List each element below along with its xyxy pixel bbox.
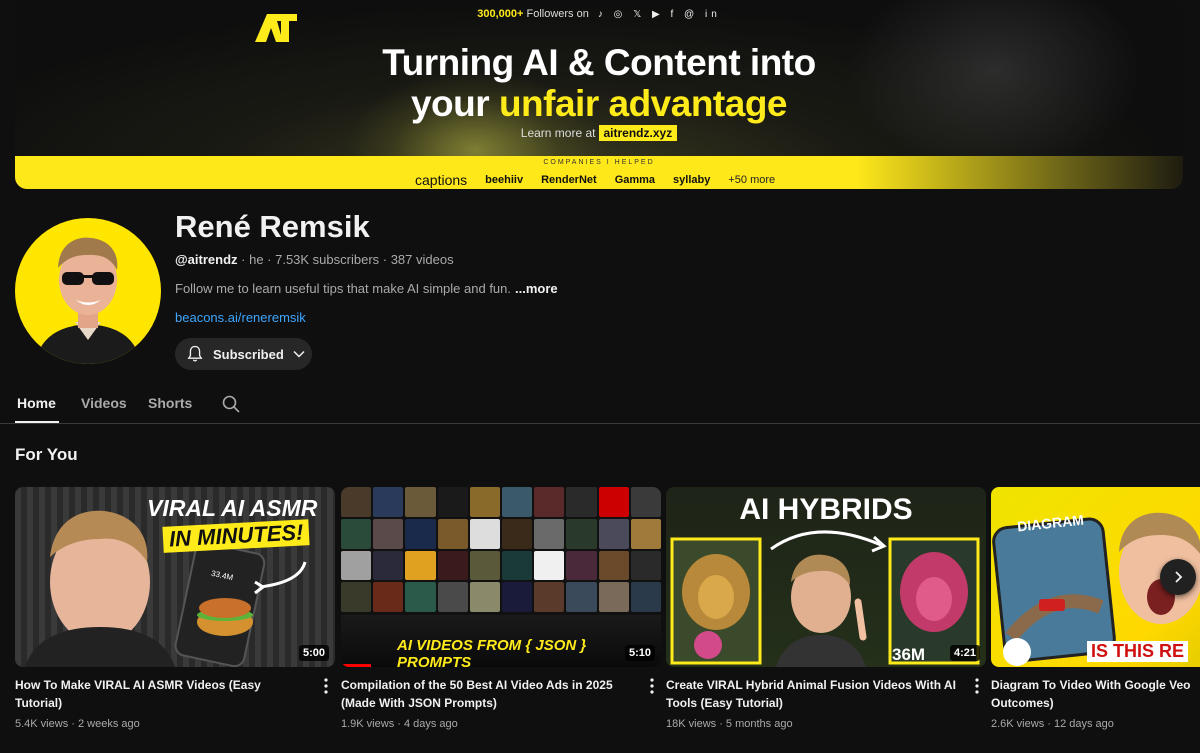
video-title[interactable]: Diagram To Video With Google Veo Outcome… (991, 676, 1200, 712)
brand-rendernet: RenderNet (541, 174, 597, 186)
carousel-next-button[interactable] (1160, 559, 1196, 595)
avatar-portrait-icon (35, 237, 141, 364)
brand-more: +50 more (728, 174, 776, 186)
headline-pre: your (410, 83, 499, 124)
channel-tabs: Home Videos Shorts (0, 388, 1200, 424)
video-card[interactable]: AI HYBRIDS 36M 4:21 Create VIRAL Hybrid … (666, 487, 986, 730)
video-title[interactable]: How To Make VIRAL AI ASMR Videos (Easy T… (15, 676, 310, 712)
more-options-icon[interactable] (645, 677, 659, 695)
chevron-down-icon (293, 350, 305, 358)
thumb-text-1: AI VIDEOS FROM { JSON } PROMPTS (397, 637, 587, 667)
channel-meta: @aitrendz · he · 7.53K subscribers · 387… (175, 252, 454, 267)
video-thumbnail[interactable]: AI HYBRIDS 36M 4:21 (666, 487, 986, 667)
search-icon[interactable] (222, 395, 240, 413)
video-card[interactable]: DIAGRAM IS THIS RE Diagram To Video With… (991, 487, 1200, 730)
thumb-text-1: AI HYBRIDS (739, 493, 913, 526)
video-duration: 5:10 (624, 645, 655, 661)
brand-beehiiv: beehiiv (485, 174, 524, 186)
video-thumbnail[interactable]: VIRAL AI ASMR IN MINUTES! 33.4M 5:00 (15, 487, 335, 667)
channel-name: René Remsik (175, 209, 370, 244)
channel-link[interactable]: beacons.ai/reneremsik (175, 310, 306, 325)
brand-captions: captions (415, 172, 468, 188)
tab-videos[interactable]: Videos (81, 395, 127, 411)
more-options-icon[interactable] (970, 677, 984, 695)
video-card[interactable]: AI VIDEOS FROM { JSON } PROMPTS 5:10 Com… (341, 487, 661, 730)
active-tab-indicator (15, 421, 59, 423)
banner-headline: Turning AI & Content into your unfair ad… (15, 42, 1183, 124)
thumb-text-2: IS THIS RE (1087, 641, 1189, 662)
bell-icon (187, 345, 203, 362)
brand-gamma: Gamma (614, 174, 656, 186)
watch-progress-bar (341, 664, 371, 667)
description-more[interactable]: ...more (515, 281, 558, 296)
video-meta: 2.6K views · 12 days ago (991, 718, 1114, 730)
learn-more-label: Learn more at (520, 126, 596, 140)
headline-line-1: Turning AI & Content into (382, 42, 816, 83)
thumb-text-1: VIRAL AI ASMR (147, 495, 318, 521)
banner-learn-more: Learn more at aitrendz.xyz (15, 125, 1183, 141)
channel-handle[interactable]: @aitrendz (175, 252, 238, 267)
followers-label: Followers on (526, 8, 589, 20)
subscribed-label: Subscribed (213, 346, 284, 362)
brand-list: captions beehiiv RenderNet Gamma syllaby… (415, 172, 775, 188)
thumb-badge: 36M (892, 645, 926, 664)
video-meta: 5.4K views · 2 weeks ago (15, 718, 140, 730)
channel-description[interactable]: Follow me to learn useful tips that make… (175, 281, 558, 296)
brand-syllaby: syllaby (673, 174, 711, 186)
video-card[interactable]: VIRAL AI ASMR IN MINUTES! 33.4M 5:00 How… (15, 487, 335, 730)
video-duration: 4:21 (949, 645, 980, 661)
followers-count: 300,000+ (477, 8, 524, 20)
video-meta: 1.9K views · 4 days ago (341, 718, 458, 730)
channel-stats: · he · 7.53K subscribers · 387 videos (237, 252, 454, 267)
section-title: For You (15, 445, 78, 464)
tab-home[interactable]: Home (17, 395, 56, 411)
video-meta: 18K views · 5 months ago (666, 718, 793, 730)
video-title[interactable]: Compilation of the 50 Best AI Video Ads … (341, 676, 636, 712)
tab-shorts[interactable]: Shorts (148, 395, 192, 411)
video-title[interactable]: Create VIRAL Hybrid Animal Fusion Videos… (666, 676, 961, 712)
banner-followers: 300,000+ Followers on ♪ ◎ 𝕏 ▶ f @ in (15, 8, 1183, 20)
headline-highlight: unfair advantage (498, 83, 788, 124)
thumbnail-mosaic (341, 487, 661, 612)
social-icons: ♪ ◎ 𝕏 ▶ f @ in (597, 9, 721, 20)
description-text: Follow me to learn useful tips that make… (175, 281, 512, 296)
channel-avatar[interactable] (15, 218, 161, 364)
channel-banner: 300,000+ Followers on ♪ ◎ 𝕏 ▶ f @ in Tur… (15, 0, 1183, 189)
companies-strip: COMPANIES I HELPED captions beehiiv Rend… (15, 156, 1183, 189)
chevron-right-icon (1175, 571, 1183, 583)
headline-line-2: your unfair advantage (15, 83, 1183, 124)
subscribed-button[interactable]: Subscribed (175, 338, 312, 370)
more-options-icon[interactable] (319, 677, 333, 695)
video-thumbnail[interactable]: AI VIDEOS FROM { JSON } PROMPTS 5:10 (341, 487, 661, 667)
learn-more-url: aitrendz.xyz (598, 125, 678, 141)
companies-helped-label: COMPANIES I HELPED (543, 159, 655, 166)
video-duration: 5:00 (298, 645, 329, 661)
